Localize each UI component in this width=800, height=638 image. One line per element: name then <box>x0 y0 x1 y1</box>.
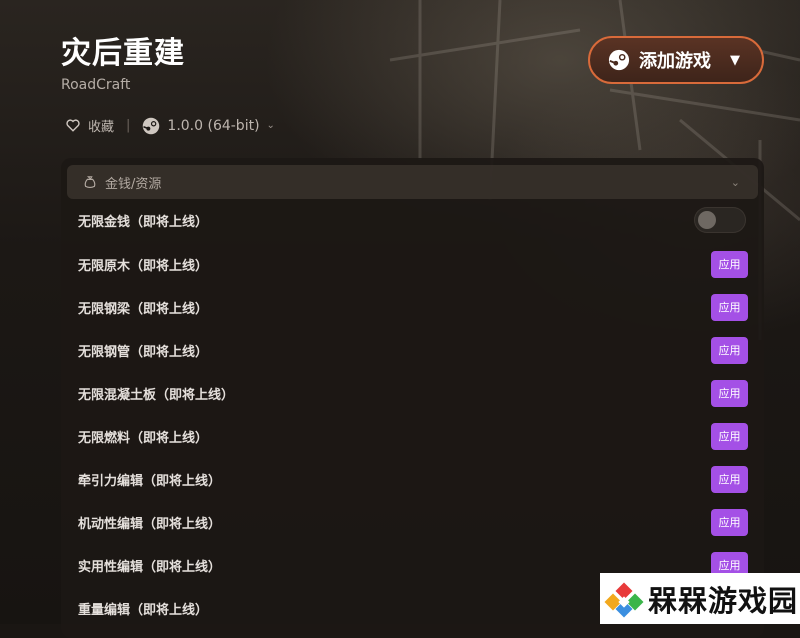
add-game-label: 添加游戏 <box>639 51 711 72</box>
caret-down-icon[interactable]: ▼ <box>730 53 740 68</box>
unlimited-money-toggle[interactable] <box>694 207 746 233</box>
cheat-label: 实用性编辑（即将上线） <box>78 559 222 575</box>
cheat-label: 无限原木（即将上线） <box>78 258 209 274</box>
version-label: 1.0.0 (64-bit) <box>167 117 260 134</box>
cheat-label: 无限混凝土板（即将上线） <box>78 387 235 403</box>
watermark-logo-icon <box>604 582 644 617</box>
favorite-button[interactable]: 收藏 <box>66 116 114 135</box>
game-meta-bar: 收藏 | 1.0.0 (64-bit) ⌄ <box>66 116 275 135</box>
cheat-label: 重量编辑（即将上线） <box>78 602 209 618</box>
category-label: 金钱/资源 <box>105 176 162 192</box>
cheat-label: 机动性编辑（即将上线） <box>78 516 222 532</box>
category-header-money-resources[interactable]: 金钱/资源 ⌄ <box>67 165 758 199</box>
steam-icon <box>608 49 630 71</box>
site-watermark: 槑槑游戏园 <box>600 573 800 624</box>
cheat-label: 无限金钱（即将上线） <box>78 214 209 230</box>
cheat-label: 无限钢梁（即将上线） <box>78 301 209 317</box>
apply-button[interactable]: 应用 <box>711 250 748 278</box>
add-game-button[interactable]: 添加游戏 ▼ <box>588 36 764 84</box>
chevron-down-icon: ⌄ <box>730 175 740 189</box>
apply-button[interactable]: 应用 <box>711 379 748 407</box>
game-title: 灾后重建 <box>61 36 185 71</box>
cheat-row: 无限钢梁（即将上线） 应用 <box>78 293 748 321</box>
meta-separator: | <box>126 118 131 133</box>
watermark-text: 槑槑游戏园 <box>648 583 799 618</box>
steam-icon <box>143 117 160 134</box>
toggle-knob <box>698 211 716 229</box>
apply-button[interactable]: 应用 <box>711 422 748 450</box>
cheat-row: 无限混凝土板（即将上线） 应用 <box>78 379 748 407</box>
game-subtitle: RoadCraft <box>61 77 131 93</box>
cheat-row: 无限燃料（即将上线） 应用 <box>78 422 748 450</box>
cheat-row: 无限原木（即将上线） 应用 <box>78 250 748 278</box>
chevron-down-icon: ⌄ <box>266 120 275 131</box>
trainer-panel: 金钱/资源 ⌄ 无限金钱（即将上线） 无限原木（即将上线） 应用 无限钢梁（即将… <box>61 158 764 638</box>
cheat-label: 牵引力编辑（即将上线） <box>78 473 222 489</box>
heart-icon <box>66 119 80 132</box>
apply-button[interactable]: 应用 <box>711 336 748 364</box>
version-selector[interactable]: 1.0.0 (64-bit) ⌄ <box>142 117 275 135</box>
cheat-row: 机动性编辑（即将上线） 应用 <box>78 508 748 536</box>
cheat-label: 无限钢管（即将上线） <box>78 344 209 360</box>
apply-button[interactable]: 应用 <box>711 293 748 321</box>
cheat-row: 无限金钱（即将上线） <box>78 206 748 234</box>
apply-button[interactable]: 应用 <box>711 508 748 536</box>
money-bag-icon <box>84 176 96 189</box>
cheat-row: 牵引力编辑（即将上线） 应用 <box>78 465 748 493</box>
favorite-label: 收藏 <box>88 120 115 135</box>
apply-button[interactable]: 应用 <box>711 465 748 493</box>
cheat-label: 无限燃料（即将上线） <box>78 430 209 446</box>
cheat-row: 无限钢管（即将上线） 应用 <box>78 336 748 364</box>
